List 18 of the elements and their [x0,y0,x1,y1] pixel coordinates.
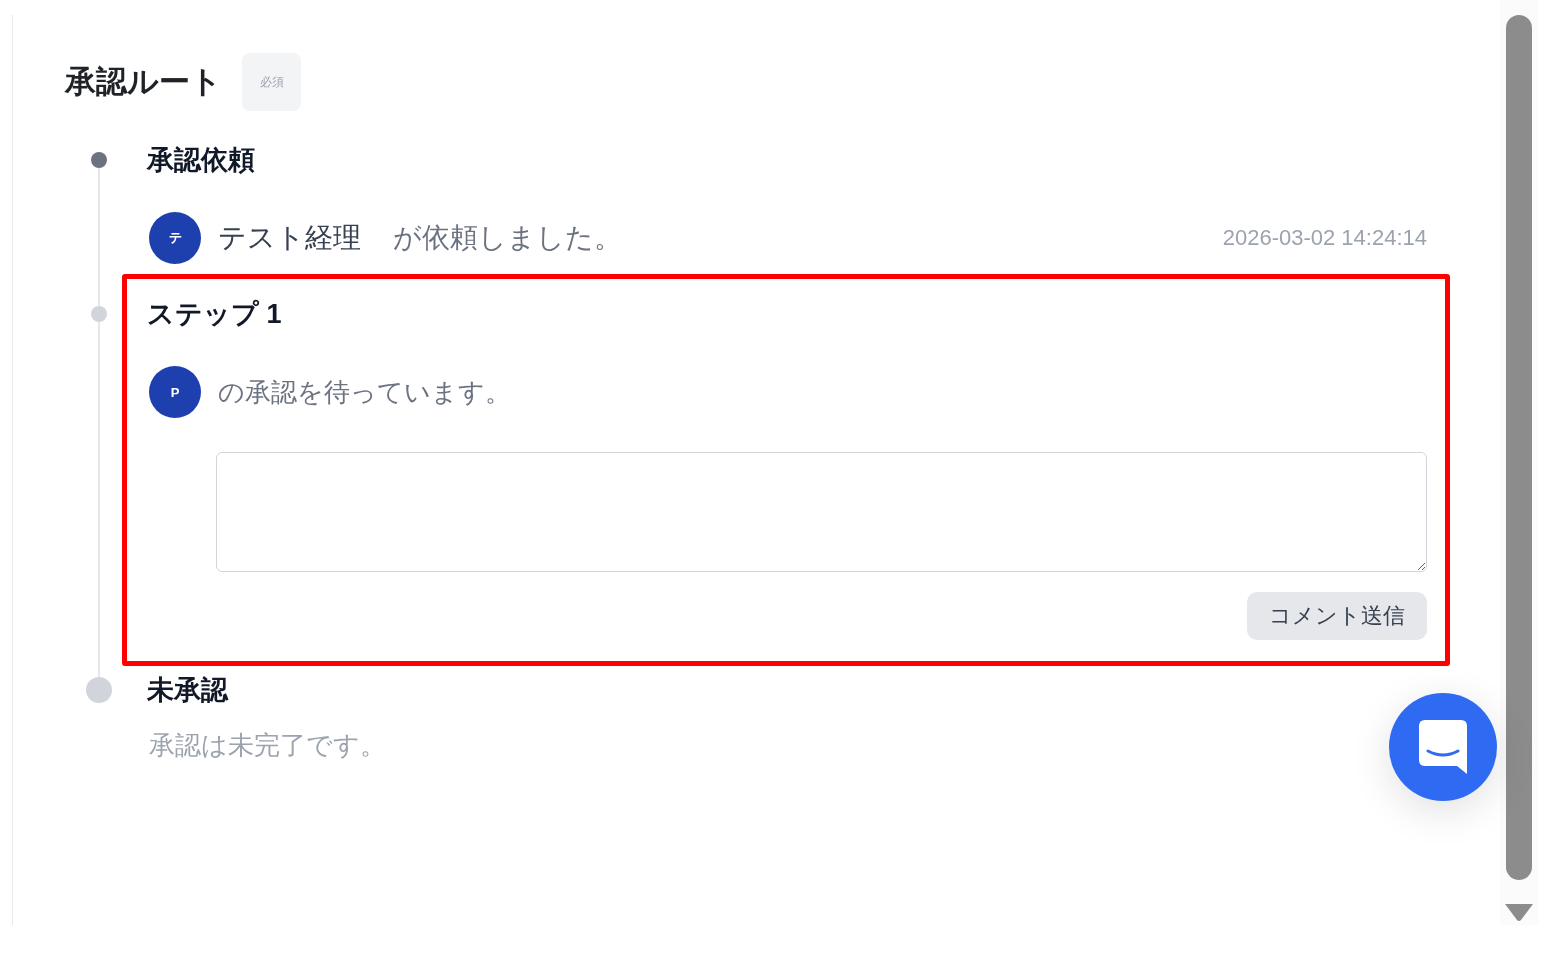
entry-message: が依頼しました。 [393,221,622,255]
timestamp: 2026-03-02 14:24:14 [1222,225,1427,251]
section-title: 承認ルート [65,63,222,101]
requester-name: テスト経理 [218,221,361,255]
scrollbar-track[interactable] [1500,0,1538,925]
scroll-down-icon[interactable] [1504,903,1534,922]
entry-message: の承認を待っています。 [218,375,511,409]
comment-send-button[interactable]: コメント送信 [1247,592,1427,640]
scrollbar-thumb[interactable] [1506,15,1532,880]
required-badge: 必須 [242,53,301,111]
step-title: 未承認 [147,674,228,707]
comment-field[interactable] [216,452,1427,572]
user-avatar: テ [149,212,201,264]
step-title: 承認依頼 [147,144,255,177]
step-title: ステップ 1 [147,298,282,331]
chat-icon [1419,720,1467,774]
user-avatar: P [149,366,201,418]
status-note: 承認は未完了です。 [149,729,386,762]
